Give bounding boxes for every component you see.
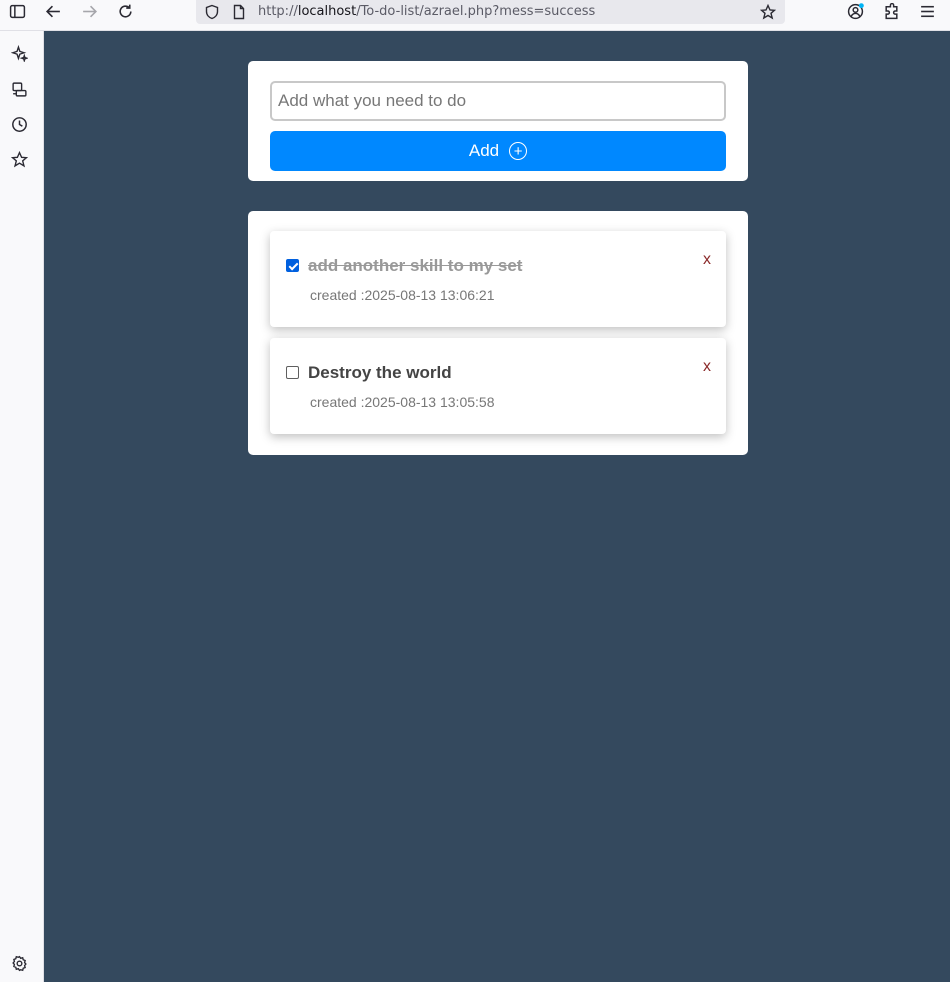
remove-todo-button[interactable]: x (703, 358, 711, 376)
history-icon[interactable] (8, 113, 30, 135)
todo-item: Destroy the world created :2025-08-13 13… (270, 338, 726, 434)
browser-sidebar (0, 31, 44, 982)
add-button-label: Add (468, 141, 500, 160)
todo-created-date: created :2025-08-13 13:05:58 (310, 394, 495, 410)
synced-tabs-icon[interactable] (8, 78, 30, 100)
todo-list: add another skill to my set created :202… (248, 211, 748, 455)
plus-circle-icon: + (509, 142, 528, 160)
settings-gear-icon[interactable] (8, 952, 30, 974)
account-icon[interactable] (841, 0, 869, 22)
forward-icon[interactable] (75, 0, 103, 22)
url-text[interactable]: http://localhost/To-do-list/azrael.php?m… (258, 4, 595, 19)
extensions-icon[interactable] (877, 0, 905, 22)
back-icon[interactable] (39, 0, 67, 22)
browser-toolbar: http://localhost/To-do-list/azrael.php?m… (0, 0, 950, 31)
bookmarks-star-icon[interactable] (8, 148, 30, 170)
todo-item: add another skill to my set created :202… (270, 231, 726, 327)
todo-checkbox[interactable] (286, 366, 299, 379)
todo-title: Destroy the world (308, 363, 452, 382)
reload-icon[interactable] (111, 0, 139, 22)
page-content: Add + add another skill to my set create… (44, 31, 950, 982)
ai-sparkle-icon[interactable] (8, 42, 30, 64)
todo-created-date: created :2025-08-13 13:06:21 (310, 287, 495, 303)
add-todo-form: Add + (248, 61, 748, 181)
remove-todo-button[interactable]: x (703, 251, 711, 269)
add-button[interactable]: Add + (270, 131, 726, 171)
todo-checkbox[interactable] (286, 259, 299, 272)
todo-title: add another skill to my set (308, 256, 523, 275)
shield-icon[interactable] (202, 2, 222, 22)
page-icon[interactable] (229, 2, 249, 22)
menu-icon[interactable] (913, 0, 941, 22)
url-bar[interactable]: http://localhost/To-do-list/azrael.php?m… (196, 0, 785, 24)
todo-input[interactable] (270, 81, 726, 121)
sidebar-toggle-icon[interactable] (3, 0, 31, 22)
bookmark-star-icon[interactable] (758, 2, 778, 22)
